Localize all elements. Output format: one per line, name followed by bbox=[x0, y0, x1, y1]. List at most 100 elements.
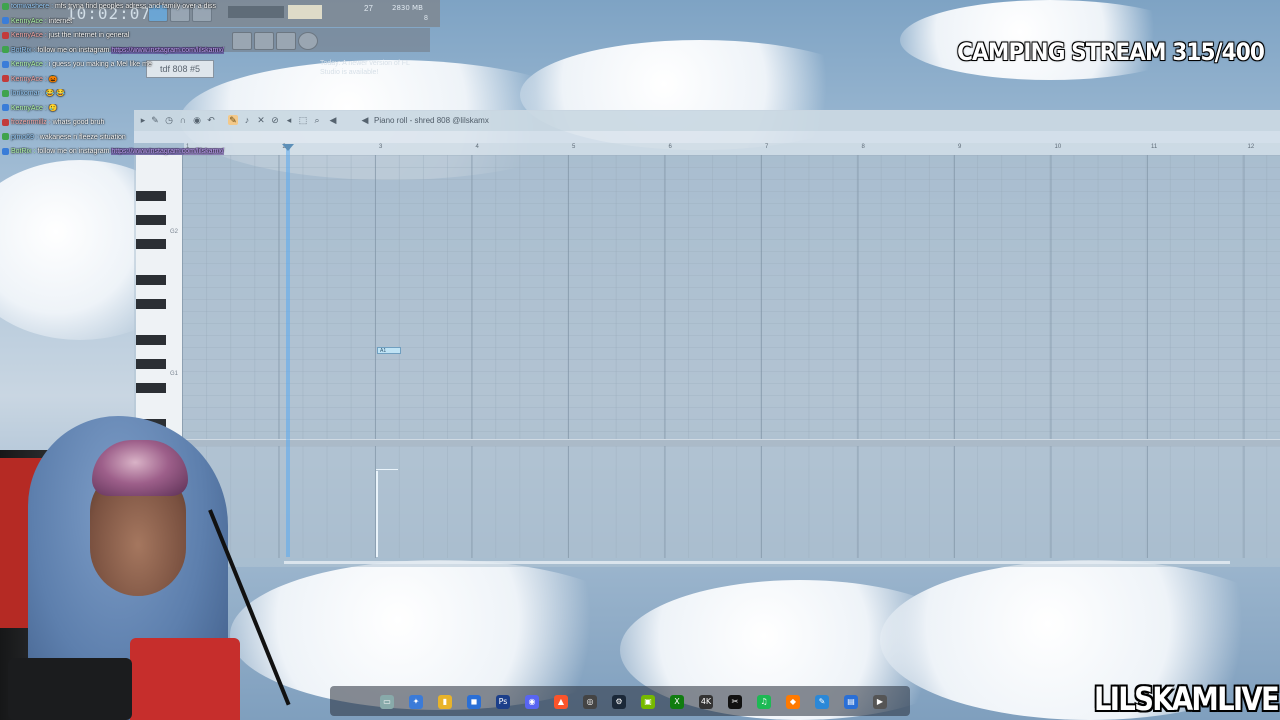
chat-username[interactable]: BotRix : bbox=[11, 47, 37, 54]
nvidia-icon[interactable]: ▣ bbox=[641, 695, 655, 709]
black-key[interactable] bbox=[136, 191, 166, 201]
black-key[interactable] bbox=[136, 335, 166, 345]
volume-meter bbox=[288, 5, 322, 19]
paint-icon[interactable]: ✎ bbox=[815, 695, 829, 709]
timeline-ruler[interactable]: 1 2 3 4 5 6 7 8 9 10 11 12 bbox=[184, 143, 1280, 155]
black-key[interactable] bbox=[136, 359, 166, 369]
update-notice[interactable]: Today: A newer version of FL Studio is a… bbox=[320, 59, 410, 77]
user-badge-icon bbox=[2, 17, 9, 25]
user-badge-icon bbox=[2, 147, 9, 155]
polyphony-count: 8 bbox=[424, 15, 428, 22]
black-key[interactable] bbox=[136, 383, 166, 393]
chat-username[interactable]: pimo69 : bbox=[11, 134, 40, 141]
bar-number[interactable]: 9 bbox=[958, 144, 961, 150]
chat-text: wakanese n fleeze situation bbox=[39, 133, 126, 141]
camera-body bbox=[8, 658, 132, 720]
voices-count: 27 bbox=[364, 4, 373, 13]
slice-icon[interactable]: ◂ bbox=[284, 115, 294, 125]
taskbar: ▭ ✦ ▮ ◼ Ps ◉ ▲ ◎ ⚙ ▣ X 4K ✂ ♫ ◆ ✎ ▤ ▶ bbox=[330, 686, 910, 716]
xbox-icon[interactable]: X bbox=[670, 695, 684, 709]
chat-username[interactable]: BotRix : bbox=[11, 148, 37, 155]
chat-text: 🥲 bbox=[48, 104, 58, 112]
user-badge-icon bbox=[2, 46, 9, 54]
user-badge-icon bbox=[2, 75, 9, 83]
user-badge-icon bbox=[2, 31, 9, 39]
bar-number[interactable]: 5 bbox=[572, 144, 575, 150]
chat-username[interactable]: KennyAce : bbox=[11, 76, 49, 83]
piano-roll-overview[interactable] bbox=[134, 131, 1280, 143]
chat-text: whats good bruh bbox=[52, 119, 105, 126]
fl-studio-icon[interactable]: ◆ bbox=[786, 695, 800, 709]
chat-link[interactable]: https://www.instagram.com/lilskamx/ bbox=[111, 46, 224, 54]
bar-number[interactable]: 11 bbox=[1151, 144, 1157, 150]
zoom-icon[interactable]: ⌕ bbox=[312, 115, 322, 125]
brave-icon[interactable]: ▲ bbox=[554, 695, 568, 709]
chat-message: KennyAce : 🥲 bbox=[2, 104, 272, 119]
piano-keyboard[interactable]: G2 G1 bbox=[136, 155, 182, 439]
chat-message: KennyAce : internet bbox=[2, 17, 272, 32]
chat-message: frozenrmillz : whats good bruh bbox=[2, 118, 272, 133]
steam-icon[interactable]: ⚙ bbox=[612, 695, 626, 709]
folder-icon[interactable]: ▮ bbox=[438, 695, 452, 709]
chat-message: BotRix : follow me on instagram https://… bbox=[2, 147, 272, 162]
chat-username[interactable]: KennyAce : bbox=[11, 61, 49, 68]
chat-message: KennyAce : just the internet in general bbox=[2, 31, 272, 46]
chat-username[interactable]: KennyAce : bbox=[11, 105, 49, 112]
bar-number[interactable]: 6 bbox=[669, 144, 672, 150]
chat-text: follow me on instagram bbox=[37, 46, 112, 54]
chat-text: just the internet in general bbox=[48, 32, 130, 39]
copilot-icon[interactable]: ✦ bbox=[409, 695, 423, 709]
speaker-icon[interactable]: ◀ bbox=[328, 115, 338, 125]
capcut-icon[interactable]: ✂ bbox=[728, 695, 742, 709]
online-icon[interactable] bbox=[298, 32, 318, 50]
explorer-icon[interactable]: ▭ bbox=[380, 695, 394, 709]
velocity-lane[interactable] bbox=[182, 446, 1280, 558]
user-badge-icon bbox=[2, 2, 9, 10]
midi-note[interactable]: A1 bbox=[377, 347, 401, 354]
bar-number[interactable]: 8 bbox=[862, 144, 865, 150]
playhead-marker-icon[interactable] bbox=[282, 144, 294, 151]
channel-name: LILSKAMLIVE bbox=[1093, 680, 1280, 718]
bar-number[interactable]: 3 bbox=[379, 144, 382, 150]
horizontal-scrollbar[interactable] bbox=[284, 561, 1230, 564]
chat-username[interactable]: frozenrmillz : bbox=[11, 119, 53, 126]
chat-username[interactable]: KennyAce : bbox=[11, 18, 49, 25]
chat-message: KennyAce : i guess you making a Mel like… bbox=[2, 60, 272, 75]
black-key[interactable] bbox=[136, 275, 166, 285]
alt-button[interactable] bbox=[276, 32, 296, 50]
stream-chat: tomwashere : mfs tryna find peoples adre… bbox=[2, 2, 272, 162]
media-player-icon[interactable]: ▶ bbox=[873, 695, 887, 709]
memory-usage: 2830 MB bbox=[392, 4, 423, 12]
bar-number[interactable]: 10 bbox=[1055, 144, 1062, 150]
chat-username[interactable]: lonkomar : bbox=[11, 90, 46, 97]
obs-icon[interactable]: ◎ bbox=[583, 695, 597, 709]
target-speaker-icon[interactable]: ◀ bbox=[360, 115, 370, 125]
4k-icon[interactable]: 4K bbox=[699, 695, 713, 709]
discord-icon[interactable]: ◉ bbox=[525, 695, 539, 709]
store-icon[interactable]: ◼ bbox=[467, 695, 481, 709]
black-key[interactable] bbox=[136, 239, 166, 249]
bar-number[interactable]: 12 bbox=[1248, 144, 1255, 150]
black-key[interactable] bbox=[136, 299, 166, 309]
bar-number[interactable]: 7 bbox=[765, 144, 768, 150]
notepad-icon[interactable]: ▤ bbox=[844, 695, 858, 709]
chat-username[interactable]: KennyAce : bbox=[11, 32, 49, 39]
key-label-g1: G1 bbox=[170, 371, 179, 377]
user-badge-icon bbox=[2, 133, 9, 141]
black-key[interactable] bbox=[136, 215, 166, 225]
chat-message: BotRix : follow me on instagram https://… bbox=[2, 46, 272, 61]
chat-username[interactable]: tomwashere : bbox=[11, 3, 55, 10]
photoshop-icon[interactable]: Ps bbox=[496, 695, 510, 709]
stream-title: CAMPING STREAM 315/400 bbox=[957, 38, 1265, 66]
chat-link[interactable]: https://www.instagram.com/lilskamx/ bbox=[111, 148, 224, 155]
chat-text: i guess you making a Mel like me bbox=[48, 61, 152, 68]
note-grid[interactable] bbox=[182, 155, 1280, 439]
select-icon[interactable]: ⬚ bbox=[298, 115, 308, 125]
user-badge-icon bbox=[2, 104, 9, 112]
chat-text: 😂 😂 bbox=[45, 90, 66, 97]
spotify-icon[interactable]: ♫ bbox=[757, 695, 771, 709]
red-shirt bbox=[130, 638, 240, 720]
bar-number[interactable]: 4 bbox=[476, 144, 479, 150]
user-badge-icon bbox=[2, 118, 9, 126]
velocity-bar[interactable] bbox=[376, 471, 378, 557]
